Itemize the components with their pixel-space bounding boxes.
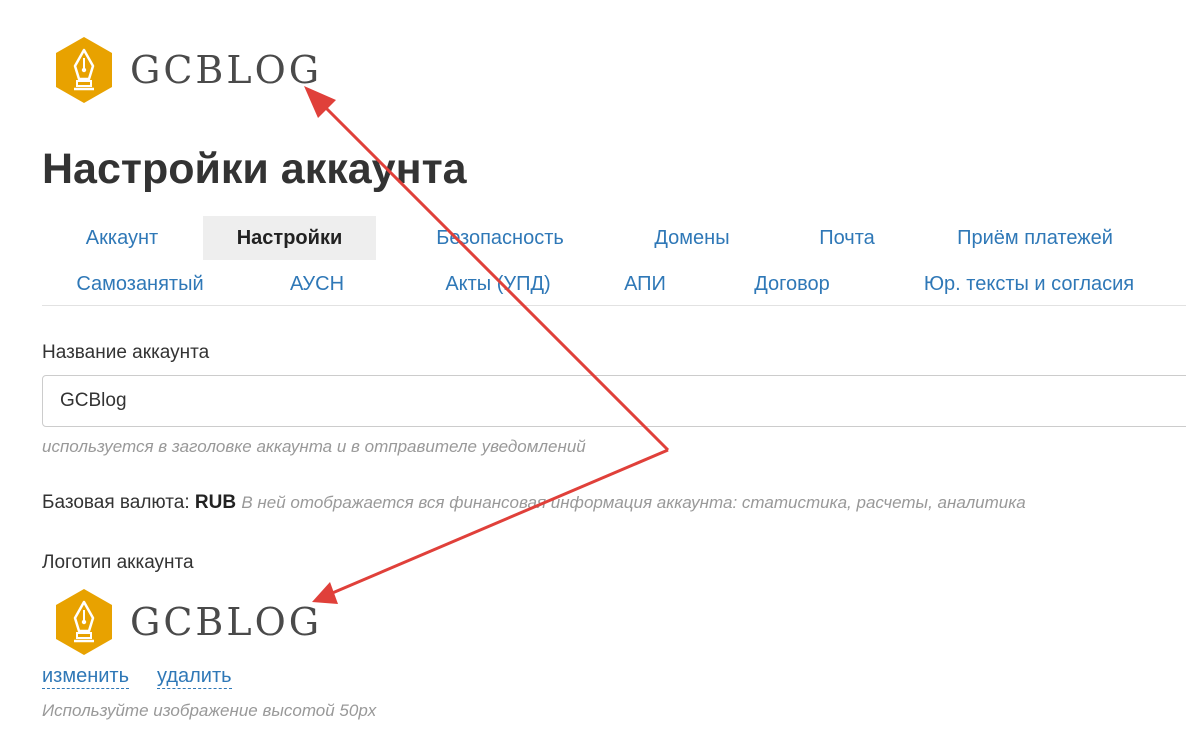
change-logo-link[interactable]: изменить [42,664,130,689]
logo-wordmark: GCBLOG [130,48,323,92]
page-title: Настройки аккаунта [42,145,467,193]
base-currency-row: Базовая валюта: RUB В ней отображается в… [42,492,1026,514]
tab-self-employed[interactable]: Самозанятый [42,262,238,306]
pen-nib-logo-icon [56,37,112,103]
account-name-label: Название аккаунта [42,342,210,363]
pen-nib-logo-icon [56,589,112,655]
account-name-input[interactable]: GCBlog [42,375,1186,427]
tab-domains[interactable]: Домены [632,216,752,260]
tab-account[interactable]: Аккаунт [42,216,202,260]
account-logo-hint: Используйте изображение высотой 50px [42,701,377,720]
account-logo-label: Логотип аккаунта [42,552,194,573]
tab-payments[interactable]: Приём платежей [940,216,1130,260]
currency-label: Базовая валюта: [42,492,190,513]
delete-logo-link[interactable]: удалить [157,664,232,689]
tab-api[interactable]: АПИ [610,262,680,306]
tab-mail[interactable]: Почта [797,216,897,260]
settings-tabs: Аккаунт Настройки Безопасность Домены По… [42,216,1186,306]
site-logo[interactable]: GCBLOG [54,36,322,104]
tab-legal-texts[interactable]: Юр. тексты и согласия [904,262,1154,306]
tab-ausn[interactable]: АУСН [267,262,367,306]
currency-description: В ней отображается вся финансовая информ… [241,493,1026,512]
tab-security[interactable]: Безопасность [414,216,586,260]
tab-settings[interactable]: Настройки [203,216,376,260]
account-name-hint: используется в заголовке аккаунта и в от… [42,437,586,456]
currency-code: RUB [194,492,237,513]
tab-acts[interactable]: Акты (УПД) [412,262,584,306]
account-logo-preview: GCBLOG [54,588,322,656]
logo-wordmark: GCBLOG [130,600,323,644]
arrow-to-account-logo [312,448,669,604]
tab-contract[interactable]: Договор [732,262,852,306]
